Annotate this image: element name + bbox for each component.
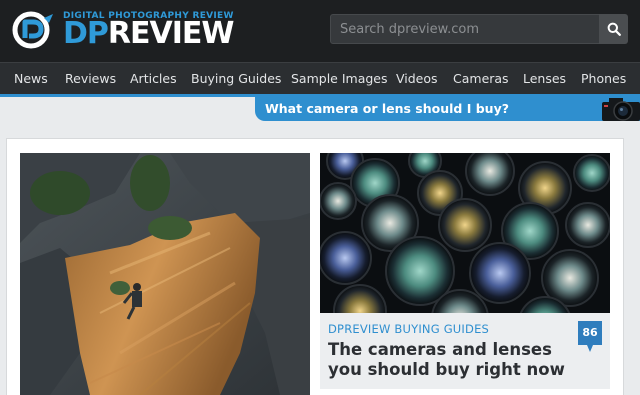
featured-article-image-right[interactable] xyxy=(320,153,610,313)
nav-item-cameras[interactable]: Cameras xyxy=(453,71,509,86)
logo-wordmark[interactable]: DPREVIEW xyxy=(63,16,235,51)
nav-item-articles[interactable]: Articles xyxy=(130,71,177,86)
article-category[interactable]: DPREVIEW BUYING GUIDES xyxy=(328,322,489,336)
comment-count: 86 xyxy=(582,326,598,339)
nav-item-phones[interactable]: Phones xyxy=(581,71,626,86)
search-input[interactable] xyxy=(331,15,599,43)
camera-finder-label: What camera or lens should I buy? xyxy=(265,101,509,116)
main-nav: News Reviews Articles Buying Guides Samp… xyxy=(0,62,640,94)
camera-icon xyxy=(602,98,640,121)
nav-item-videos[interactable]: Videos xyxy=(396,71,438,86)
nav-item-sample-images[interactable]: Sample Images xyxy=(291,71,388,86)
dpreview-logo-icon[interactable] xyxy=(11,10,57,50)
logo-suffix: REVIEW xyxy=(107,16,235,51)
article-title[interactable]: The cameras and lenses you should buy ri… xyxy=(328,340,578,380)
featured-article-card[interactable]: DPREVIEW BUYING GUIDES The cameras and l… xyxy=(320,313,610,389)
camera-lenses-photo xyxy=(320,153,610,313)
logo-prefix: DP xyxy=(63,16,109,51)
nav-item-buying-guides[interactable]: Buying Guides xyxy=(191,71,281,86)
search-box xyxy=(330,14,600,44)
featured-article-image-left[interactable] xyxy=(20,153,310,395)
search-icon xyxy=(607,22,621,36)
camera-finder-banner[interactable]: What camera or lens should I buy? xyxy=(255,97,640,121)
nav-item-lenses[interactable]: Lenses xyxy=(523,71,566,86)
nav-item-reviews[interactable]: Reviews xyxy=(65,71,116,86)
nav-item-news[interactable]: News xyxy=(14,71,48,86)
rock-climber-cliff-photo xyxy=(20,153,310,395)
search-button[interactable] xyxy=(599,14,628,44)
